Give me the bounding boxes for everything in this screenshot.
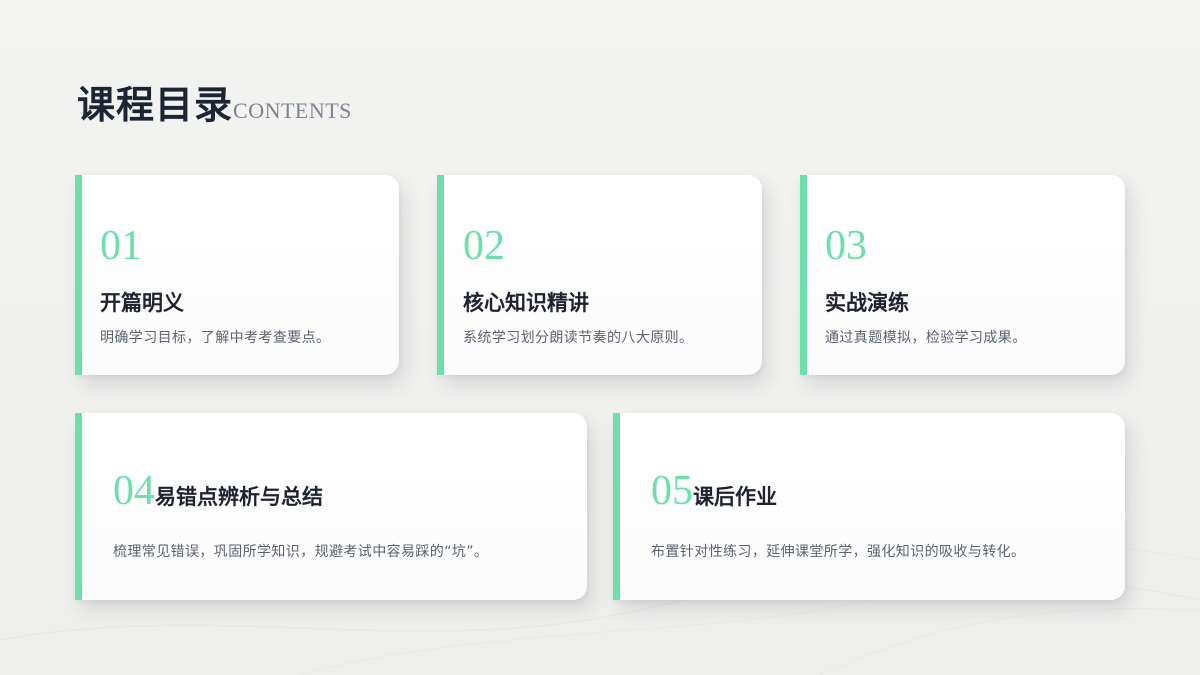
- card-heading: 开篇明义: [100, 290, 184, 315]
- card-number: 04: [113, 468, 155, 514]
- page-title: 课程目录 CONTENTS: [77, 74, 352, 129]
- card-04[interactable]: 04 易错点辨析与总结 梳理常见错误，巩固所学知识，规避考试中容易踩的“坑”。: [75, 413, 587, 600]
- card-05[interactable]: 05 课后作业 布置针对性练习，延伸课堂所学，强化知识的吸收与转化。: [613, 413, 1125, 600]
- card-header-row: 05 课后作业: [651, 470, 777, 512]
- page-title-chinese: 课程目录: [77, 82, 234, 127]
- card-03[interactable]: 03 实战演练 通过真题模拟，检验学习成果。: [800, 175, 1125, 375]
- page-title-english: CONTENTS: [233, 98, 352, 123]
- card-description: 梳理常见错误，巩固所学知识，规避考试中容易踩的“坑”。: [113, 544, 489, 560]
- card-description: 系统学习划分朗读节奏的八大原则。: [463, 330, 694, 346]
- card-number: 01: [100, 223, 142, 269]
- card-heading: 易错点辨析与总结: [155, 484, 323, 509]
- card-heading: 核心知识精讲: [463, 290, 589, 315]
- card-number: 05: [651, 468, 693, 514]
- card-accent-bar: [613, 413, 620, 600]
- card-description: 通过真题模拟，检验学习成果。: [825, 330, 1027, 346]
- card-heading: 课后作业: [693, 484, 777, 509]
- card-description: 布置针对性练习，延伸课堂所学，强化知识的吸收与转化。: [651, 544, 1026, 560]
- card-heading: 实战演练: [825, 290, 909, 315]
- card-number: 02: [463, 223, 505, 269]
- card-02[interactable]: 02 核心知识精讲 系统学习划分朗读节奏的八大原则。: [437, 175, 762, 375]
- card-header-row: 04 易错点辨析与总结: [113, 470, 323, 512]
- card-01[interactable]: 01 开篇明义 明确学习目标，了解中考考查要点。: [75, 175, 399, 375]
- card-description: 明确学习目标，了解中考考查要点。: [100, 330, 331, 346]
- card-number: 03: [825, 223, 867, 269]
- card-accent-bar: [800, 175, 807, 375]
- card-accent-bar: [437, 175, 444, 375]
- card-accent-bar: [75, 175, 82, 375]
- card-accent-bar: [75, 413, 82, 600]
